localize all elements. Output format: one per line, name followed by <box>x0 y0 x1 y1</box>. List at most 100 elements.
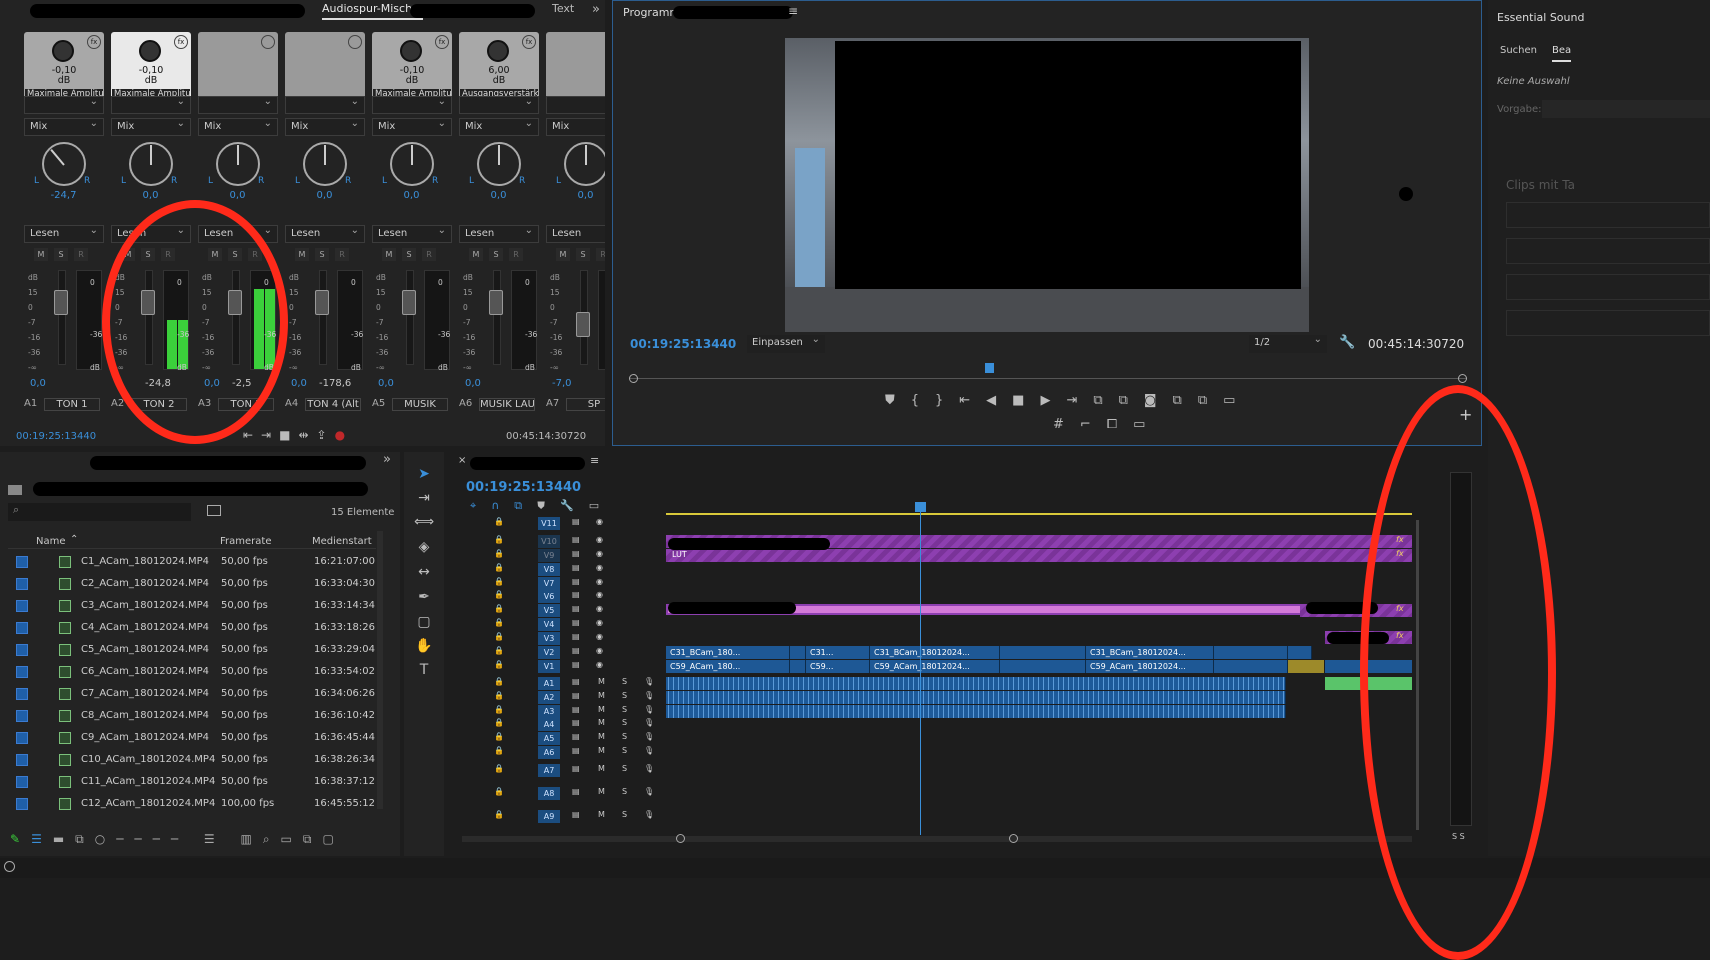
video-clip[interactable]: C59_ACam_180... <box>666 660 790 673</box>
label-color-swatch[interactable] <box>16 732 28 744</box>
video-clip[interactable]: C31_BCam_180... <box>666 646 790 659</box>
send-dropdown[interactable] <box>24 94 104 114</box>
label-color-swatch[interactable] <box>16 666 28 678</box>
effect-knob-icon[interactable] <box>139 40 161 62</box>
video-track-header[interactable]: 🔒 V5 ▤ ◉ <box>490 604 662 617</box>
volume-value[interactable]: 0,0 <box>291 378 307 389</box>
solo-button[interactable]: S <box>622 718 627 727</box>
lock-icon[interactable]: 🔒 <box>494 646 504 655</box>
video-clip[interactable] <box>1288 646 1312 659</box>
lock-icon[interactable]: 🔒 <box>494 604 504 613</box>
mute-button[interactable]: M <box>34 248 48 261</box>
track-target[interactable]: V6 <box>538 590 560 603</box>
automation-dropdown[interactable]: Lesen <box>546 225 605 243</box>
fx-icon[interactable]: fx <box>522 35 536 49</box>
solo-button[interactable]: S <box>576 248 590 261</box>
pan-knob[interactable] <box>216 142 260 186</box>
eye-icon[interactable]: ◉ <box>596 549 603 558</box>
sync-icon[interactable]: ▤ <box>572 764 580 773</box>
panel-overflow-icon[interactable]: » <box>383 452 391 467</box>
effect-knob-icon[interactable] <box>487 40 509 62</box>
label-color-swatch[interactable] <box>16 754 28 766</box>
project-footer-tools[interactable]: ✎☰▬⧉○──── ☰ ▥⌕▭⧉▢ <box>10 832 345 847</box>
col-name[interactable]: Name <box>36 536 66 547</box>
track-target[interactable]: A4 <box>538 718 560 731</box>
fx-icon[interactable]: fx <box>174 35 188 49</box>
audio-clip[interactable] <box>666 691 1286 704</box>
sync-icon[interactable]: ▤ <box>572 618 580 627</box>
solo-button[interactable]: S <box>315 248 329 261</box>
lock-icon[interactable]: 🔒 <box>494 691 504 700</box>
solo-button[interactable]: S <box>54 248 68 261</box>
volume-fader-handle[interactable] <box>402 290 416 315</box>
eye-icon[interactable]: ◉ <box>596 604 603 613</box>
fx-icon[interactable]: fx <box>87 35 101 49</box>
pan-knob[interactable] <box>564 142 605 186</box>
automation-dropdown[interactable]: Lesen <box>285 223 365 243</box>
audio-track-header[interactable]: 🔒 A5 ▤ M S 🎙 <box>490 732 662 745</box>
mute-button[interactable]: M <box>295 248 309 261</box>
video-track-header[interactable]: 🔒 V9 ▤ ◉ <box>490 549 662 562</box>
project-item-row[interactable]: C3_ACam_18012024.MP4 50,00 fps 16:33:14:… <box>12 596 375 618</box>
razor-tool-icon[interactable]: ◈ <box>410 539 438 563</box>
lock-icon[interactable]: 🔒 <box>494 563 504 572</box>
mix-dropdown[interactable]: Mix <box>111 116 191 136</box>
track-target[interactable]: V3 <box>538 632 560 645</box>
video-clip[interactable] <box>1000 646 1086 659</box>
video-clip[interactable] <box>1214 646 1288 659</box>
effect-slot[interactable] <box>285 32 365 102</box>
pan-knob[interactable] <box>42 142 86 186</box>
label-color-swatch[interactable] <box>16 578 28 590</box>
lock-icon[interactable]: 🔒 <box>494 660 504 669</box>
project-item-row[interactable]: C12_ACam_18012024.MP4 100,00 fps 16:45:5… <box>12 794 375 816</box>
sync-icon[interactable]: ▤ <box>572 549 580 558</box>
effect-slot[interactable]: -0,10 dB Maximale Amplitude fx <box>111 32 191 102</box>
track-target[interactable]: V2 <box>538 646 560 659</box>
audio-track-header[interactable]: 🔒 A9 ▤ M S 🎙 <box>490 810 662 823</box>
sync-icon[interactable]: ▤ <box>572 810 580 819</box>
sync-icon[interactable]: ▤ <box>572 746 580 755</box>
audio-track-header[interactable]: 🔒 A1 ▤ M S 🎙 <box>490 677 662 690</box>
sync-icon[interactable]: ▤ <box>572 590 580 599</box>
label-color-swatch[interactable] <box>16 622 28 634</box>
pan-value[interactable]: -24,7 <box>20 190 107 201</box>
sync-icon[interactable]: ▤ <box>572 787 580 796</box>
eye-icon[interactable]: ◉ <box>596 563 603 572</box>
video-clip[interactable] <box>790 646 806 659</box>
eye-icon[interactable]: ◉ <box>596 590 603 599</box>
project-item-row[interactable]: C8_ACam_18012024.MP4 50,00 fps 16:36:10:… <box>12 706 375 728</box>
volume-fader-track[interactable] <box>493 270 501 365</box>
project-item-row[interactable]: C1_ACam_18012024.MP4 50,00 fps 16:21:07:… <box>12 552 375 574</box>
solo-button[interactable]: S <box>622 705 627 714</box>
menu-icon[interactable]: ≡ <box>788 4 798 18</box>
record-button[interactable]: R <box>596 248 605 261</box>
audio-track-header[interactable]: 🔒 A8 ▤ M S 🎙 <box>490 787 662 800</box>
track-target[interactable]: A2 <box>538 691 560 704</box>
pan-value[interactable]: 0,0 <box>368 190 455 201</box>
track-target[interactable]: V7 <box>538 577 560 590</box>
label-color-swatch[interactable] <box>16 776 28 788</box>
send-dropdown[interactable] <box>111 94 191 114</box>
solo-button[interactable]: S <box>622 691 627 700</box>
volume-fader-track[interactable] <box>319 270 327 365</box>
program-title[interactable]: Programm <box>623 6 680 19</box>
volume-fader-handle[interactable] <box>54 290 68 315</box>
send-dropdown[interactable] <box>546 96 605 114</box>
track-select-tool-icon[interactable]: ⇥ <box>410 490 438 514</box>
lock-icon[interactable]: 🔒 <box>494 705 504 714</box>
video-clip[interactable]: C59_ACam_18012024... <box>1086 660 1214 673</box>
video-clip[interactable]: C31_BCam_18012024... <box>870 646 1000 659</box>
mute-button[interactable]: M <box>598 718 605 727</box>
project-item-row[interactable]: C7_ACam_18012024.MP4 50,00 fps 16:34:06:… <box>12 684 375 706</box>
audio-track-header[interactable]: 🔒 A7 ▤ M S 🎙 <box>490 764 662 777</box>
solo-button[interactable]: S <box>489 248 503 261</box>
pan-value[interactable]: 0,0 <box>542 190 605 201</box>
slip-tool-icon[interactable]: ↔ <box>410 564 438 588</box>
selection-tool-icon[interactable]: ➤ <box>410 466 438 490</box>
project-item-row[interactable]: C5_ACam_18012024.MP4 50,00 fps 16:33:29:… <box>12 640 375 662</box>
pan-value[interactable]: 0,0 <box>194 190 281 201</box>
lock-icon[interactable]: 🔒 <box>494 577 504 586</box>
lock-icon[interactable]: 🔒 <box>494 517 504 526</box>
effect-knob-icon[interactable] <box>52 40 74 62</box>
send-dropdown[interactable] <box>372 94 452 114</box>
